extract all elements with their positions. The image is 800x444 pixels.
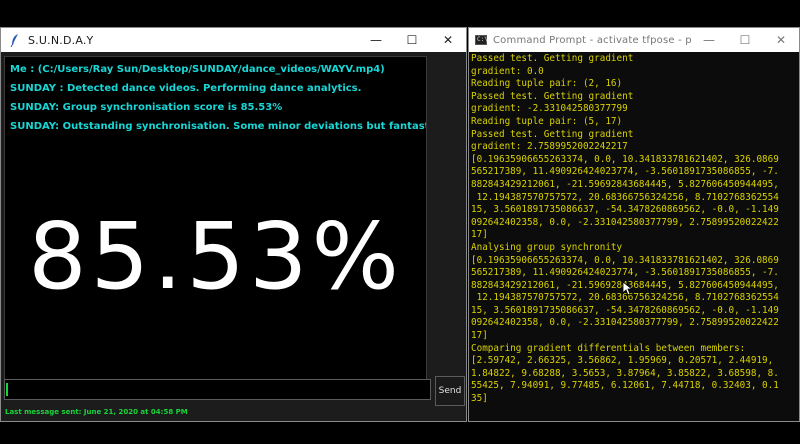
console-line: gradient: -2.331042580377799 <box>471 103 628 115</box>
console-line: Passed test. Getting gradient <box>471 53 634 64</box>
console-line: gradient: 0.0 <box>471 65 544 77</box>
console-line: Reading tuple pair: (2, 16) <box>471 78 623 90</box>
close-button[interactable]: ✕ <box>763 28 799 52</box>
send-button[interactable]: Send <box>435 376 465 406</box>
sunday-window: S.U.N.D.A.Y — ☐ ✕ Me : (C:/Users/Ray Sun… <box>0 27 467 422</box>
chat-message: SUNDAY: Group synchronisation score is 8… <box>10 102 283 113</box>
console-line: 565217389, 11.490926424023774, -3.560189… <box>471 166 779 178</box>
console-line: [0.19635906655263374, 0.0, 10.3418337816… <box>471 153 779 165</box>
console-line: Analysing group synchronity <box>471 241 623 253</box>
console-line: 55425, 7.94091, 9.77485, 6.12061, 7.4471… <box>471 380 779 392</box>
maximize-button[interactable]: ☐ <box>727 28 763 52</box>
console-line: gradient: 2.7589952002242217 <box>471 141 628 153</box>
console-line: 092642402358, 0.0, -2.331042580377799, 2… <box>471 216 779 228</box>
chat-log[interactable]: Me : (C:/Users/Ray Sun/Desktop/SUNDAY/da… <box>4 56 427 396</box>
sync-score-display: 85.53% <box>28 203 403 310</box>
chat-message: SUNDAY: Outstanding synchronisation. Som… <box>10 121 426 132</box>
message-input[interactable] <box>4 379 431 400</box>
window-title: S.U.N.D.A.Y <box>28 33 94 47</box>
terminal-icon: C:\ <box>475 35 488 45</box>
chat-message: Me : (C:/Users/Ray Sun/Desktop/SUNDAY/da… <box>10 64 385 75</box>
cmd-titlebar[interactable]: C:\ Command Prompt - activate tfpose - p… <box>469 28 799 52</box>
chat-message: SUNDAY : Detected dance videos. Performi… <box>10 83 362 94</box>
chat-scrollbar[interactable] <box>428 56 464 396</box>
console-line: 12.194387570757572, 20.68366756324256, 8… <box>471 292 779 304</box>
last-message-status: Last message sent: June 21, 2020 at 04:5… <box>5 408 188 416</box>
console-line: 17] <box>471 330 488 342</box>
console-line: 882843429212061, -21.59692843684445, 5.8… <box>471 279 779 291</box>
console-line: 1.84822, 9.68288, 3.5653, 3.87964, 3.858… <box>471 367 779 379</box>
console-output[interactable]: Passed test. Getting gradient gradient: 0… <box>471 53 799 421</box>
console-line: 882843429212061, -21.59692843684445, 5.8… <box>471 178 779 190</box>
console-line: Reading tuple pair: (5, 17) <box>471 115 623 127</box>
feather-icon <box>8 33 22 47</box>
console-line: 092642402358, 0.0, -2.331042580377799, 2… <box>471 317 779 329</box>
minimize-button[interactable]: — <box>358 28 394 52</box>
console-line: 17] <box>471 229 488 241</box>
console-line: 12.194387570757572, 20.68366756324256, 8… <box>471 191 779 203</box>
mouse-pointer-icon <box>623 282 633 296</box>
text-cursor <box>6 383 8 396</box>
console-line: Passed test. Getting gradient <box>471 90 634 102</box>
console-line: Passed test. Getting gradient <box>471 128 634 140</box>
maximize-button[interactable]: ☐ <box>394 28 430 52</box>
sunday-titlebar[interactable]: S.U.N.D.A.Y — ☐ ✕ <box>1 28 466 52</box>
console-line: 565217389, 11.490926424023774, -3.560189… <box>471 267 779 279</box>
close-button[interactable]: ✕ <box>430 28 466 52</box>
console-line: Comparing gradient differentials between… <box>471 342 746 354</box>
console-line: 35] <box>471 393 488 405</box>
console-line: 15, 3.5601891735086637, -54.347826086956… <box>471 204 779 216</box>
command-prompt-window: C:\ Command Prompt - activate tfpose - p… <box>468 27 800 422</box>
minimize-button[interactable]: — <box>691 28 727 52</box>
console-line: [2.59742, 2.66325, 3.56862, 1.95969, 0.2… <box>471 355 774 367</box>
console-line: [0.19635906655263374, 0.0, 10.3418337816… <box>471 254 779 266</box>
console-line: 15, 3.5601891735086637, -54.347826086956… <box>471 304 779 316</box>
window-title: Command Prompt - activate tfpose - pytho… <box>493 34 691 46</box>
